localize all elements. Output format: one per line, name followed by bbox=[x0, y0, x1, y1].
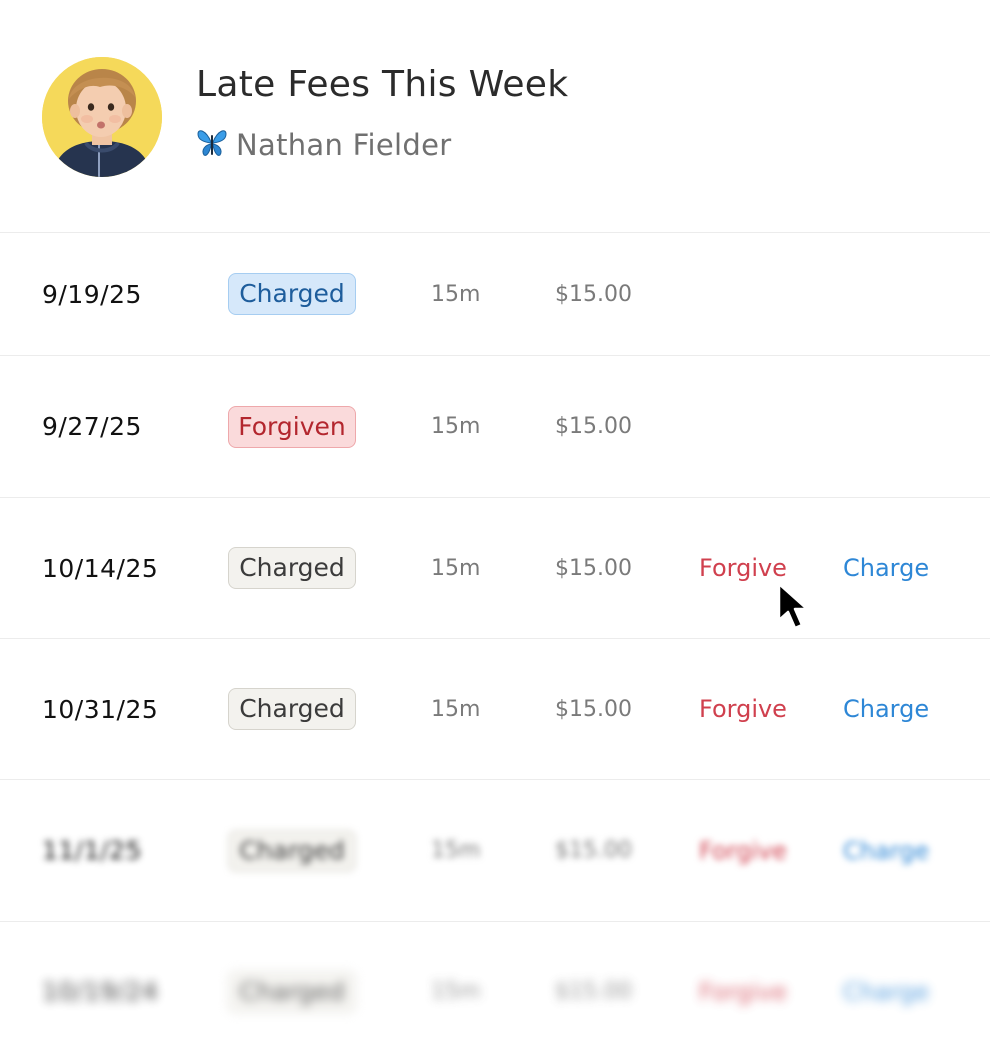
row-date: 9/19/25 bbox=[42, 279, 142, 309]
row-duration: 15m bbox=[431, 414, 481, 439]
status-cell: Charged bbox=[228, 780, 356, 921]
row-amount: $15.00 bbox=[555, 414, 632, 439]
row-date: 10/19/24 bbox=[42, 977, 159, 1006]
status-cell: Forgiven bbox=[228, 356, 356, 497]
status-badge: Forgiven bbox=[228, 405, 356, 448]
forgive-button[interactable]: Forgive bbox=[699, 922, 787, 1061]
forgive-button[interactable]: Forgive bbox=[699, 639, 787, 779]
row-date: 10/14/25 bbox=[42, 553, 159, 583]
status-cell: Charged bbox=[228, 922, 356, 1061]
page-header: Late Fees This Week Nathan Fielder bbox=[0, 0, 990, 233]
status-cell: Charged bbox=[228, 233, 356, 355]
page-title: Late Fees This Week bbox=[196, 64, 569, 105]
status-badge: Charged bbox=[228, 547, 356, 589]
butterfly-icon bbox=[196, 128, 228, 162]
avatar bbox=[42, 57, 162, 177]
row-amount: $15.00 bbox=[555, 555, 632, 581]
row-duration: 15m bbox=[431, 696, 481, 722]
charge-button[interactable]: Charge bbox=[843, 639, 929, 779]
user-name: Nathan Fielder bbox=[236, 128, 452, 162]
table-row: 11/1/25 Charged 15m $15.00 Forgive Charg… bbox=[0, 779, 990, 921]
user-line: Nathan Fielder bbox=[196, 128, 451, 162]
table-row: 10/31/25 Charged 15m $15.00 Forgive Char… bbox=[0, 638, 990, 779]
status-cell: Charged bbox=[228, 498, 356, 638]
row-duration: 15m bbox=[431, 555, 481, 581]
row-duration: 15m bbox=[431, 838, 481, 863]
status-badge: Charged bbox=[228, 970, 356, 1013]
row-duration: 15m bbox=[431, 281, 481, 307]
row-amount: $15.00 bbox=[555, 696, 632, 722]
status-badge: Charged bbox=[228, 829, 356, 872]
status-badge: Charged bbox=[228, 273, 356, 315]
forgive-button[interactable]: Forgive bbox=[699, 780, 787, 921]
forgive-button[interactable]: Forgive bbox=[699, 498, 787, 638]
row-amount: $15.00 bbox=[555, 979, 632, 1004]
row-date: 9/27/25 bbox=[42, 412, 142, 441]
charge-button[interactable]: Charge bbox=[843, 780, 929, 921]
table-row: 10/19/24 Charged 15m $15.00 Forgive Char… bbox=[0, 921, 990, 1061]
row-date: 11/1/25 bbox=[42, 836, 142, 865]
status-badge: Charged bbox=[228, 688, 356, 730]
row-date: 10/31/25 bbox=[42, 694, 159, 724]
row-amount: $15.00 bbox=[555, 838, 632, 863]
charge-button[interactable]: Charge bbox=[843, 922, 929, 1061]
table-row: 9/27/25 Forgiven 15m $15.00 bbox=[0, 355, 990, 497]
late-fees-list: 9/19/25 Charged 15m $15.00 9/27/25 Forgi… bbox=[0, 232, 990, 1061]
status-cell: Charged bbox=[228, 639, 356, 779]
table-row: 10/14/25 Charged 15m $15.00 Forgive Char… bbox=[0, 497, 990, 638]
row-duration: 15m bbox=[431, 979, 481, 1004]
table-row: 9/19/25 Charged 15m $15.00 bbox=[0, 232, 990, 355]
row-amount: $15.00 bbox=[555, 281, 632, 307]
charge-button[interactable]: Charge bbox=[843, 498, 929, 638]
